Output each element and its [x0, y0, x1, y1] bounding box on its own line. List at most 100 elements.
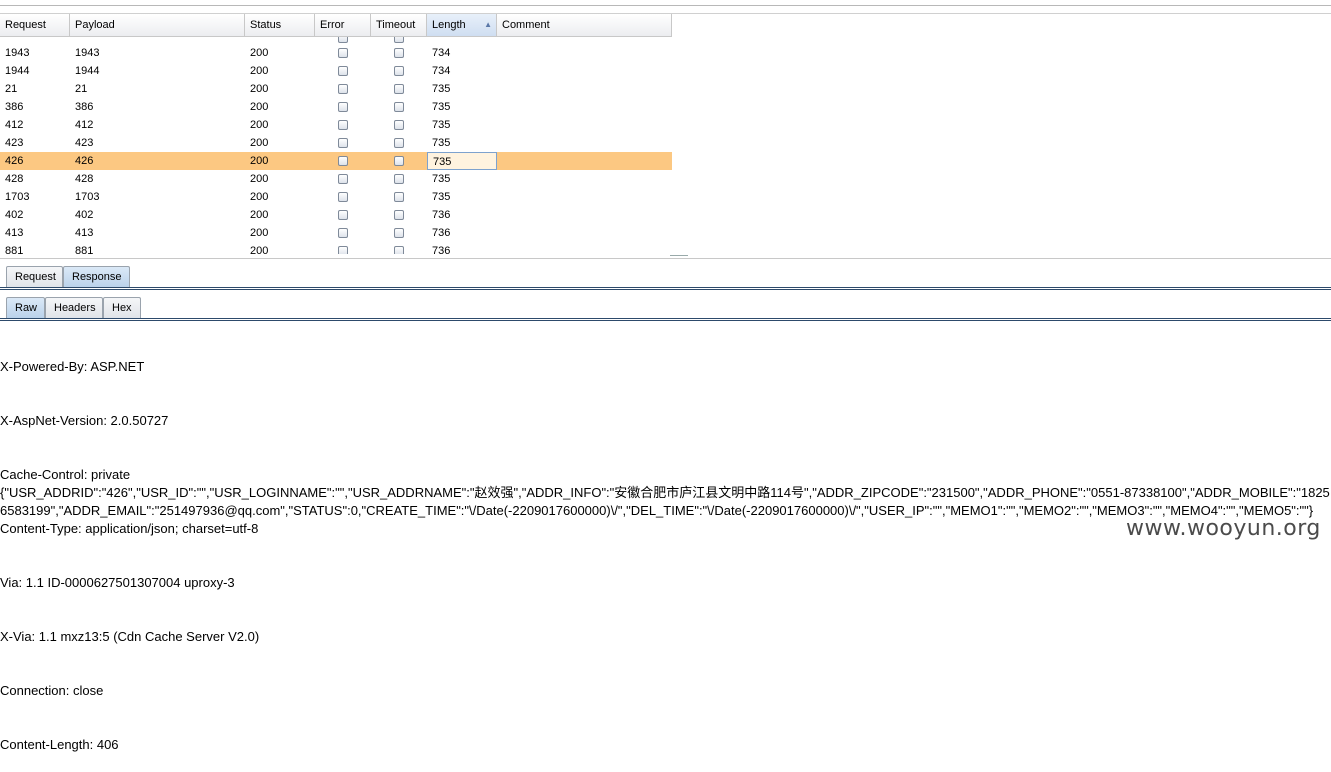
cell-request: 423 — [5, 137, 24, 149]
response-headers[interactable]: X-Powered-By: ASP.NET X-AspNet-Version: … — [0, 322, 1331, 772]
cell-length: 735 — [432, 83, 451, 95]
cell-request: 21 — [5, 83, 18, 95]
timeout-checkbox[interactable] — [394, 37, 404, 43]
column-header-length[interactable]: Length ▲ — [427, 14, 497, 36]
cell-comment — [497, 116, 672, 134]
table-row[interactable]: 412 412 200 735 — [0, 116, 672, 134]
column-header-length-label: Length — [432, 19, 466, 31]
timeout-checkbox[interactable] — [394, 228, 404, 238]
table-row-partial[interactable] — [0, 37, 672, 44]
error-checkbox[interactable] — [338, 228, 348, 238]
column-header-request[interactable]: Request — [0, 14, 70, 36]
error-checkbox[interactable] — [338, 120, 348, 130]
error-checkbox[interactable] — [338, 156, 348, 166]
response-header-line: X-AspNet-Version: 2.0.50727 — [0, 413, 169, 428]
cell-comment — [497, 242, 672, 254]
timeout-checkbox[interactable] — [394, 138, 404, 148]
cell-comment — [497, 134, 672, 152]
cell-payload: 402 — [75, 209, 94, 221]
cell-request: 402 — [5, 209, 24, 221]
splitter[interactable] — [0, 258, 1331, 259]
cell-status: 200 — [250, 137, 269, 149]
cell-status: 200 — [250, 245, 269, 254]
table-row[interactable]: 1943 1943 200 734 — [0, 44, 672, 62]
cell-request: 426 — [5, 155, 24, 167]
cell-comment — [497, 80, 672, 98]
tab-request[interactable]: Request — [6, 266, 63, 288]
results-table[interactable]: Request Payload Status Error Timeout Len… — [0, 14, 1331, 254]
error-checkbox[interactable] — [338, 138, 348, 148]
tab-raw[interactable]: Raw — [6, 297, 45, 319]
cell-request: 881 — [5, 245, 24, 254]
column-header-error[interactable]: Error — [315, 14, 371, 36]
response-header-line: Cache-Control: private — [0, 467, 131, 482]
cell-payload: 1944 — [75, 65, 100, 77]
timeout-checkbox[interactable] — [394, 84, 404, 94]
timeout-checkbox[interactable] — [394, 156, 404, 166]
cell-payload: 881 — [75, 245, 94, 254]
cell-payload: 386 — [75, 101, 94, 113]
table-row[interactable]: 21 21 200 735 — [0, 80, 672, 98]
tab-headers[interactable]: Headers — [45, 297, 103, 319]
table-row[interactable]: 413 413 200 736 — [0, 224, 672, 242]
column-header-payload[interactable]: Payload — [70, 14, 245, 36]
cell-length: 734 — [432, 65, 451, 77]
timeout-checkbox[interactable] — [394, 174, 404, 184]
cell-comment — [497, 152, 672, 170]
column-header-timeout[interactable]: Timeout — [371, 14, 427, 36]
error-checkbox[interactable] — [338, 246, 348, 254]
error-checkbox[interactable] — [338, 174, 348, 184]
tab-response[interactable]: Response — [63, 266, 130, 288]
cell-status: 200 — [250, 101, 269, 113]
error-checkbox[interactable] — [338, 102, 348, 112]
cell-payload: 423 — [75, 137, 94, 149]
cell-comment — [497, 170, 672, 188]
response-header-line: Via: 1.1 ID-0000627501307004 uproxy-3 — [0, 575, 235, 590]
cell-request: 1943 — [5, 47, 30, 59]
timeout-checkbox[interactable] — [394, 120, 404, 130]
table-body: 1943 1943 200 734 1944 1944 200 734 21 21 200 735 38… — [0, 37, 672, 254]
cell-status: 200 — [250, 83, 269, 95]
cell-status: 200 — [250, 155, 269, 167]
cell-status: 200 — [250, 191, 269, 203]
timeout-checkbox[interactable] — [394, 192, 404, 202]
timeout-checkbox[interactable] — [394, 210, 404, 220]
timeout-checkbox[interactable] — [394, 48, 404, 58]
cell-payload: 21 — [75, 83, 88, 95]
column-header-comment[interactable]: Comment — [497, 14, 672, 36]
column-header-status[interactable]: Status — [245, 14, 315, 36]
cell-length: 735 — [432, 101, 451, 113]
cell-length: 735 — [432, 191, 451, 203]
table-row[interactable]: 386 386 200 735 — [0, 98, 672, 116]
response-header-line: Content-Length: 406 — [0, 737, 119, 752]
timeout-checkbox[interactable] — [394, 102, 404, 112]
table-row[interactable]: 1703 1703 200 735 — [0, 188, 672, 206]
cell-length: 735 — [432, 119, 451, 131]
tab-hex[interactable]: Hex — [103, 297, 141, 319]
timeout-checkbox[interactable] — [394, 246, 404, 254]
table-row[interactable]: 402 402 200 736 — [0, 206, 672, 224]
cell-length: 735 — [432, 173, 451, 185]
cell-comment — [497, 188, 672, 206]
table-row[interactable]: 881 881 200 736 — [0, 242, 672, 254]
cell-payload: 413 — [75, 227, 94, 239]
sort-ascending-icon: ▲ — [484, 20, 492, 29]
cell-request: 412 — [5, 119, 24, 131]
table-row[interactable]: 426 426 200 735 — [0, 152, 672, 170]
table-header: Request Payload Status Error Timeout Len… — [0, 14, 672, 37]
response-body[interactable]: {"USR_ADDRID":"426","USR_ID":"","USR_LOG… — [0, 484, 1331, 520]
error-checkbox[interactable] — [338, 192, 348, 202]
response-header-line: X-Powered-By: ASP.NET — [0, 359, 145, 374]
cell-comment — [497, 62, 672, 80]
timeout-checkbox[interactable] — [394, 66, 404, 76]
error-checkbox[interactable] — [338, 48, 348, 58]
table-row[interactable]: 423 423 200 735 — [0, 134, 672, 152]
table-row[interactable]: 1944 1944 200 734 — [0, 62, 672, 80]
error-checkbox[interactable] — [338, 37, 348, 43]
error-checkbox[interactable] — [338, 66, 348, 76]
error-checkbox[interactable] — [338, 84, 348, 94]
cell-request: 1703 — [5, 191, 30, 203]
cell-length: 735 — [427, 152, 497, 170]
table-row[interactable]: 428 428 200 735 — [0, 170, 672, 188]
error-checkbox[interactable] — [338, 210, 348, 220]
